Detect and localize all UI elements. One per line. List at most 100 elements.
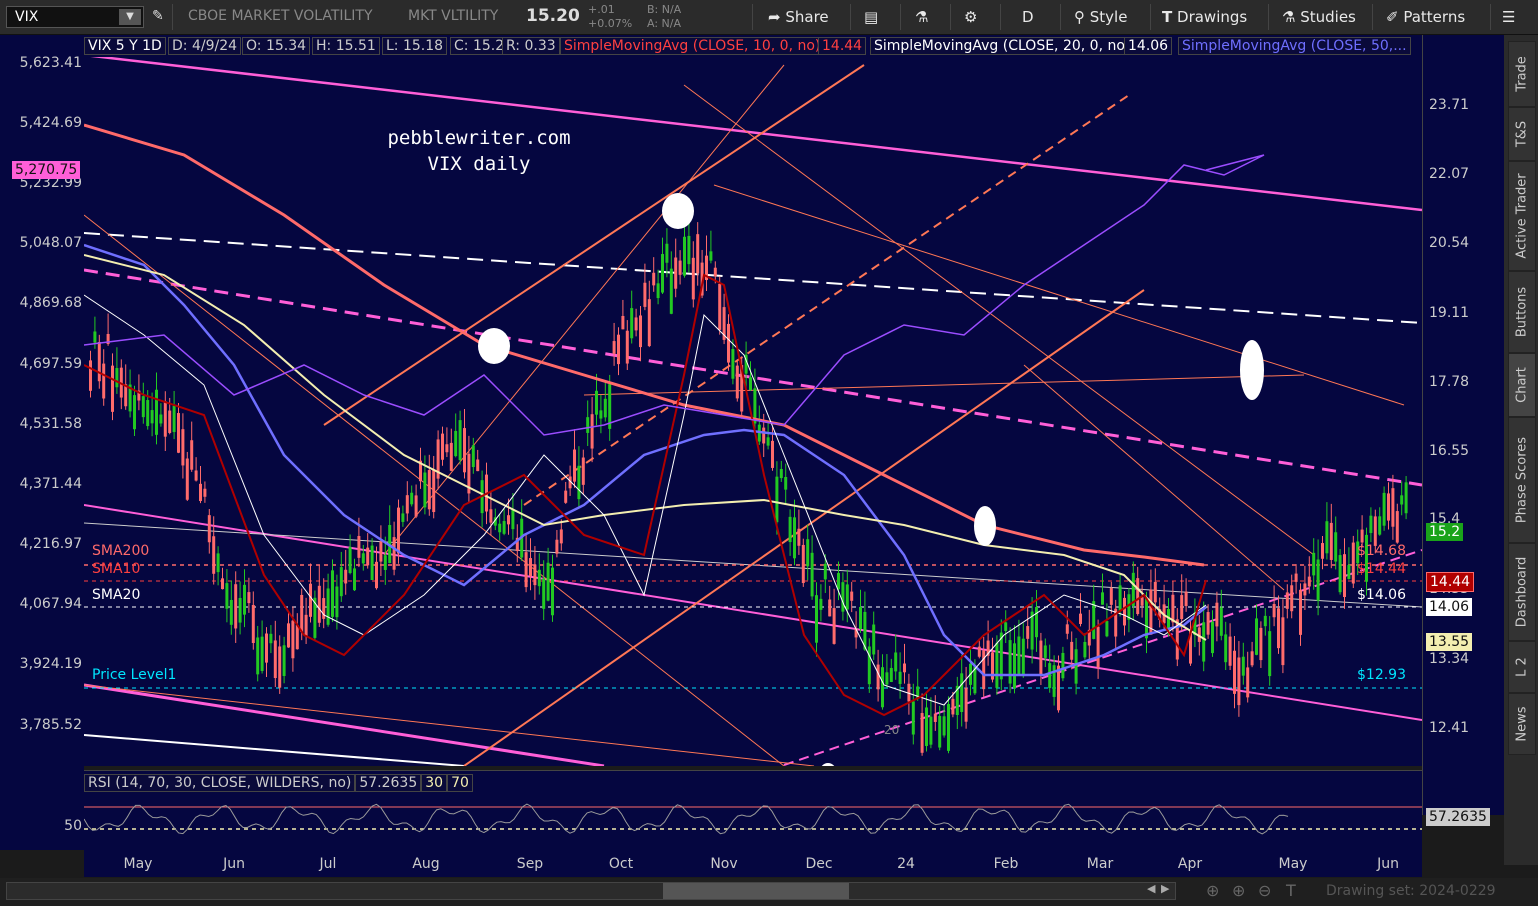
sidebar-tab-phase-scores[interactable]: Phase Scores bbox=[1508, 417, 1536, 543]
candle-body bbox=[533, 564, 537, 586]
marker-1 bbox=[662, 193, 694, 229]
scrollbar-thumb[interactable] bbox=[663, 883, 849, 899]
candle-body bbox=[938, 715, 942, 748]
candle-body bbox=[339, 567, 343, 597]
candle-body bbox=[749, 377, 752, 391]
candle-body bbox=[810, 552, 814, 597]
price-chart[interactable]: pebblewriter.com VIX daily SMA200 SMA10 … bbox=[84, 35, 1422, 766]
channel-up-2 bbox=[463, 289, 1145, 766]
chevron-down-icon[interactable]: ▼ bbox=[119, 9, 141, 25]
sidebar-tab-news[interactable]: News bbox=[1508, 693, 1536, 755]
candle-body bbox=[933, 713, 937, 722]
crosshair-icon[interactable]: ⊕ bbox=[1206, 881, 1219, 900]
drawings-button[interactable]: T Drawings bbox=[1162, 0, 1247, 34]
inline-x-label: 20 bbox=[884, 723, 900, 737]
candle-body bbox=[397, 507, 400, 554]
candle-body bbox=[867, 646, 871, 685]
horizontal-scrollbar[interactable]: ◀ ▶ bbox=[6, 882, 1176, 900]
drawing-set-label[interactable]: Drawing set: 2024-0229 bbox=[1326, 883, 1496, 899]
right-axis-tick: 22.07 bbox=[1429, 166, 1470, 182]
rsi-panel[interactable]: RSI (14, 70, 30, CLOSE, WILDERS, no) 57.2… bbox=[83, 770, 1422, 851]
x-tick: Aug bbox=[412, 856, 440, 872]
candle-body bbox=[766, 437, 770, 446]
pen-icon[interactable]: ✎ bbox=[152, 8, 164, 24]
candle-body bbox=[1369, 515, 1373, 534]
sma50-legend[interactable]: SimpleMovingAvg (CLOSE, 50,... bbox=[1178, 37, 1411, 55]
sidebar-tab-dashboard[interactable]: Dashboard bbox=[1508, 543, 1536, 641]
period-button[interactable]: D bbox=[1022, 0, 1034, 34]
candle-body bbox=[678, 260, 682, 275]
sma10-legend[interactable]: SimpleMovingAvg (CLOSE, 10, 0, no) bbox=[560, 37, 825, 55]
menu-button[interactable]: ☰ bbox=[1502, 0, 1515, 34]
left-axis-tick: 4,869.68 bbox=[19, 295, 82, 311]
candle-body bbox=[1312, 552, 1316, 576]
candle-body bbox=[1202, 622, 1206, 662]
candle-body bbox=[643, 282, 647, 307]
style-button[interactable]: ⚲ Style bbox=[1074, 0, 1127, 34]
sma200-level-label: SMA200 bbox=[92, 543, 150, 559]
x-tick: Nov bbox=[710, 856, 738, 872]
zoom-in-icon[interactable]: ⊕ bbox=[1232, 881, 1245, 900]
zoom-out-icon[interactable]: ⊖ bbox=[1258, 881, 1271, 900]
candle-body bbox=[216, 553, 220, 573]
candle-body bbox=[1211, 621, 1214, 654]
x-tick: Sep bbox=[516, 856, 544, 872]
trendline-magenta-bottom bbox=[84, 683, 605, 766]
candle-body bbox=[511, 508, 515, 530]
candle-body bbox=[612, 341, 616, 354]
scroll-left-icon[interactable]: ◀ bbox=[1147, 882, 1155, 895]
right-axis-tick: 20.54 bbox=[1429, 235, 1470, 251]
sidebar-tab-buttons[interactable]: Buttons bbox=[1508, 271, 1536, 353]
sma20-legend[interactable]: SimpleMovingAvg (CLOSE, 20, 0, no) bbox=[870, 37, 1135, 55]
candle-body bbox=[1263, 615, 1267, 627]
candle-body bbox=[661, 254, 664, 293]
candle-body bbox=[1219, 607, 1223, 636]
sidebar-tab-l2[interactable]: L 2 bbox=[1508, 641, 1536, 693]
share-button[interactable]: ➦ Share bbox=[768, 0, 829, 34]
candle-body bbox=[133, 395, 136, 430]
candle-body bbox=[815, 595, 818, 643]
candle-body bbox=[947, 704, 950, 751]
candle-body bbox=[221, 578, 224, 590]
candle-body bbox=[727, 323, 730, 363]
symbol-selector[interactable]: VIX ▼ bbox=[6, 6, 144, 28]
symbol-short-description: MKT VLTILITY bbox=[408, 8, 499, 24]
rsi-label[interactable]: RSI (14, 70, 30, CLOSE, WILDERS, no) bbox=[84, 774, 356, 792]
text-icon[interactable]: T bbox=[1286, 881, 1296, 900]
candle-body bbox=[621, 315, 625, 330]
candle-body bbox=[691, 257, 695, 300]
x-tick: Feb bbox=[993, 856, 1019, 872]
candle-body bbox=[806, 539, 810, 567]
candle-body bbox=[929, 716, 933, 745]
tab-label: News bbox=[1514, 706, 1530, 742]
style-label: Style bbox=[1089, 8, 1128, 26]
sidebar-tab-ts[interactable]: T&S bbox=[1508, 107, 1536, 161]
sidebar-tab-active-trader[interactable]: Active Trader bbox=[1508, 161, 1536, 271]
news-button[interactable]: ▤ bbox=[864, 0, 878, 34]
patterns-button[interactable]: ✐ Patterns bbox=[1386, 0, 1465, 34]
candle-body bbox=[498, 523, 502, 533]
flask-button[interactable]: ⚗ bbox=[915, 0, 928, 34]
candle-body bbox=[115, 368, 119, 388]
candle-body bbox=[410, 492, 414, 505]
gear-icon: ⚙ bbox=[964, 8, 978, 26]
candle-body bbox=[713, 267, 717, 277]
sidebar-tab-trade[interactable]: Trade bbox=[1508, 41, 1536, 107]
candle-body bbox=[432, 469, 436, 513]
settings-button[interactable]: ⚙ bbox=[964, 0, 977, 34]
tab-label: Chart bbox=[1514, 367, 1530, 403]
candle-body bbox=[894, 652, 898, 672]
studies-button[interactable]: ⚗ Studies bbox=[1282, 0, 1356, 34]
candle-body bbox=[361, 553, 365, 564]
candle-body bbox=[295, 625, 299, 650]
candle-body bbox=[449, 442, 453, 471]
share-label: Share bbox=[785, 8, 829, 26]
candle-body bbox=[718, 283, 722, 330]
last-price: 15.20 bbox=[526, 6, 580, 26]
scroll-right-icon[interactable]: ▶ bbox=[1161, 882, 1169, 895]
sidebar-tab-chart[interactable]: Chart bbox=[1508, 353, 1536, 417]
candle-body bbox=[859, 606, 862, 629]
candle-body bbox=[1136, 578, 1140, 614]
candle-body bbox=[898, 671, 902, 684]
sma20-level-value: $14.06 bbox=[1357, 587, 1406, 603]
